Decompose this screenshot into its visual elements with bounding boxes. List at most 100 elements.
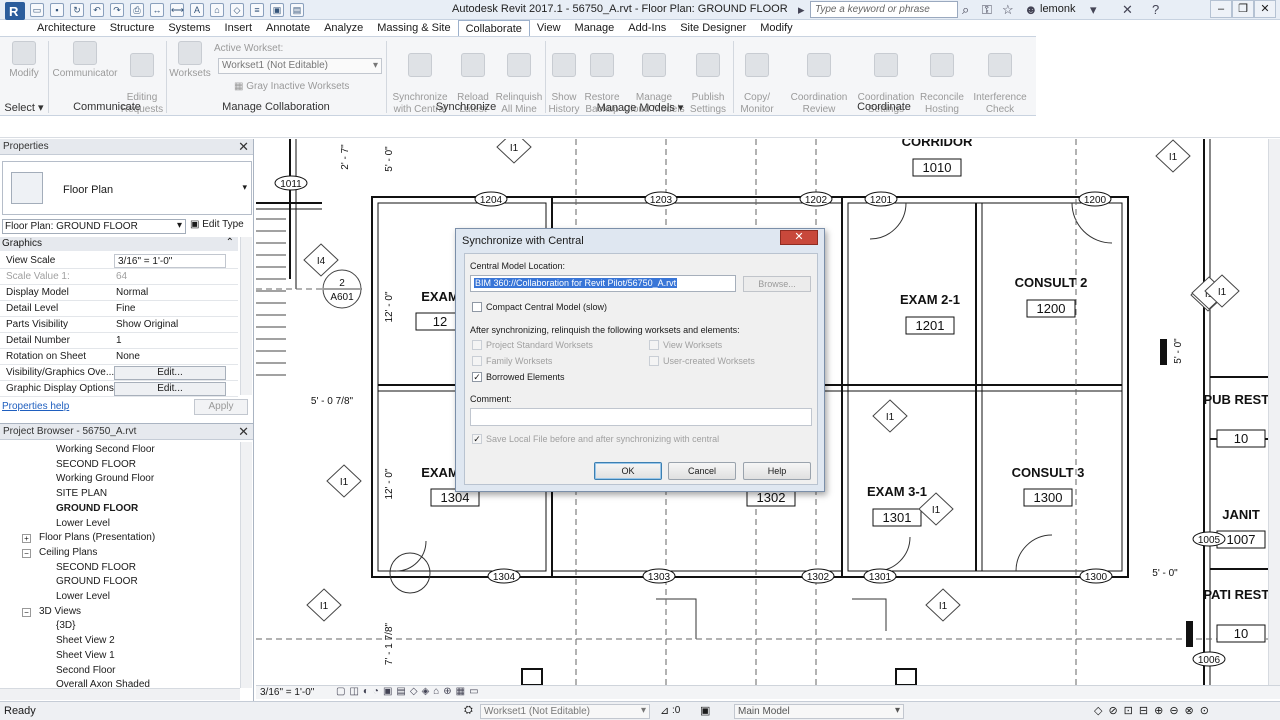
properties-scrollbar[interactable] [240, 237, 252, 395]
browse-button[interactable]: Browse... [743, 276, 811, 292]
dialog-close-button[interactable]: ✕ [780, 230, 818, 245]
tab-annotate[interactable]: Annotate [259, 20, 317, 36]
browser-scrollbar[interactable] [240, 442, 252, 688]
tab-view[interactable]: View [530, 20, 568, 36]
thin-lines-icon[interactable]: ≡ [250, 3, 264, 17]
tab-manage[interactable]: Manage [568, 20, 622, 36]
design-options-icon[interactable]: ▣ [700, 704, 710, 717]
tab-add-ins[interactable]: Add-Ins [621, 20, 673, 36]
user-icon[interactable]: ☻ [1024, 2, 1038, 17]
property-row[interactable]: Graphic Display Options Edit... [0, 381, 238, 397]
help-search-input[interactable]: Type a keyword or phrase [810, 1, 958, 18]
section-icon[interactable]: ◇ [230, 3, 244, 17]
minimize-button[interactable]: – [1210, 0, 1232, 18]
tab-modify[interactable]: Modify [753, 20, 799, 36]
browser-item[interactable]: Second Floor [56, 665, 115, 676]
sync-icon[interactable]: ↻ [70, 3, 84, 17]
text-icon[interactable]: A [190, 3, 204, 17]
property-row[interactable]: Rotation on Sheet None [0, 349, 238, 365]
collapse-icon[interactable]: − [22, 607, 31, 617]
tab-collaborate[interactable]: Collaborate [457, 20, 530, 36]
print-icon[interactable]: ⎙ [130, 3, 144, 17]
favorites-star-icon[interactable]: ☆ [1002, 2, 1014, 18]
user-menu-chevron-icon[interactable]: ▾ [1090, 2, 1097, 18]
browser-horizontal-scrollbar[interactable] [0, 688, 240, 700]
user-name[interactable]: lemonk [1040, 3, 1075, 15]
collapse-icon[interactable]: − [22, 548, 31, 558]
view-control-icons[interactable]: ▢◫◐◔▣▤◇◈⌂⊕▦▭ [336, 686, 483, 697]
tab-site-designer[interactable]: Site Designer [673, 20, 753, 36]
browser-item[interactable]: {3D} [56, 620, 75, 631]
3d-view-icon[interactable]: ⌂ [210, 3, 224, 17]
property-row[interactable]: Detail Number 1 [0, 333, 238, 349]
browser-item[interactable]: Lower Level [56, 591, 110, 602]
comment-input[interactable] [470, 408, 812, 426]
browser-item[interactable]: Lower Level [56, 518, 110, 529]
cancel-button[interactable]: Cancel [668, 462, 736, 480]
manage-models-panel-label[interactable]: Manage Models ▾ [546, 101, 734, 115]
help-button[interactable]: Help [743, 462, 811, 480]
browser-item[interactable]: Working Ground Floor [56, 473, 154, 484]
browser-item[interactable]: Working Second Floor [56, 444, 155, 455]
instance-filter-select[interactable]: Floor Plan: GROUND FLOOR ▾ [2, 219, 186, 234]
property-row[interactable]: Scale Value 1: 64 [0, 269, 238, 285]
filter-icon[interactable]: ⊿ [660, 704, 669, 717]
subscription-icon[interactable]: ⚿ [982, 2, 992, 18]
property-row[interactable]: Parts Visibility Show Original [0, 317, 238, 333]
browser-item[interactable]: Sheet View 2 [56, 635, 115, 646]
property-value[interactable]: 3/16" = 1'-0" [114, 254, 226, 268]
help-icon[interactable]: ? [1152, 2, 1159, 17]
select-panel-label[interactable]: Select ▾ [0, 101, 48, 115]
tab-massing-site[interactable]: Massing & Site [370, 20, 457, 36]
tab-systems[interactable]: Systems [161, 20, 217, 36]
revit-logo-icon[interactable]: R [4, 1, 26, 31]
exchange-apps-icon[interactable]: ✕ [1122, 2, 1133, 18]
apply-button[interactable]: Apply [194, 399, 248, 415]
save-icon[interactable]: ▪ [50, 3, 64, 17]
worksets-status-icon[interactable]: ⛭ [464, 704, 473, 717]
restore-button[interactable]: ❐ [1232, 0, 1254, 18]
tab-insert[interactable]: Insert [218, 20, 260, 36]
tab-architecture[interactable]: Architecture [30, 20, 103, 36]
close-icon[interactable]: ✕ [238, 424, 249, 440]
tab-analyze[interactable]: Analyze [317, 20, 370, 36]
gray-inactive-worksets-button[interactable]: ▦ Gray Inactive Worksets [234, 81, 349, 92]
status-workset-select[interactable]: Workset1 (Not Editable) ▾ [480, 704, 650, 719]
browser-item[interactable]: SECOND FLOOR [56, 562, 136, 573]
property-row[interactable]: Display Model Normal [0, 285, 238, 301]
undo-icon[interactable]: ↶ [90, 3, 104, 17]
dimension-icon[interactable]: ⟷ [170, 3, 184, 17]
graphics-group-header[interactable]: Graphics ⌃ [0, 237, 238, 251]
browser-item[interactable]: Floor Plans (Presentation) [39, 532, 155, 543]
expand-icon[interactable]: + [22, 534, 31, 544]
property-row[interactable]: Detail Level Fine [0, 301, 238, 317]
design-option-select[interactable]: Main Model ▾ [734, 704, 904, 719]
measure-icon[interactable]: ↔ [150, 3, 164, 17]
tab-structure[interactable]: Structure [103, 20, 162, 36]
view-scale-control[interactable]: 3/16" = 1'-0" [260, 687, 314, 698]
property-row[interactable]: View Scale 3/16" = 1'-0" [0, 253, 238, 269]
browser-item[interactable]: SECOND FLOOR [56, 459, 136, 470]
browser-item[interactable]: Ceiling Plans [39, 547, 97, 558]
redo-icon[interactable]: ↷ [110, 3, 124, 17]
ok-button[interactable]: OK [594, 462, 662, 480]
type-selector[interactable]: Floor Plan ▾ [2, 161, 252, 215]
property-row[interactable]: Visibility/Graphics Ove... Edit... [0, 365, 238, 381]
close-hidden-icon[interactable]: ▣ [270, 3, 284, 17]
close-icon[interactable]: ✕ [238, 139, 249, 155]
browser-item[interactable]: 3D Views [39, 606, 81, 617]
chevron-right-icon[interactable]: ▸ [798, 2, 805, 18]
switch-windows-icon[interactable]: ▤ [290, 3, 304, 17]
browser-item[interactable]: GROUND FLOOR [56, 576, 138, 587]
binoculars-icon[interactable]: ⌕ [962, 2, 969, 18]
edit-type-button[interactable]: ▣ Edit Type [190, 219, 244, 230]
canvas-scrollbar[interactable] [1268, 139, 1280, 685]
modify-button[interactable]: Modify [2, 41, 46, 80]
selection-toggle-icons[interactable]: ◇⊘⊡⊟⊕⊖⊗⊙ [1094, 704, 1215, 717]
edit-button[interactable]: Edit... [114, 366, 226, 380]
browser-item[interactable]: Sheet View 1 [56, 650, 115, 661]
edit-button[interactable]: Edit... [114, 382, 226, 396]
central-model-location-input[interactable]: BIM 360://Collaboration for Revit Pilot/… [470, 275, 736, 292]
close-window-button[interactable]: ✕ [1254, 0, 1276, 18]
properties-help-link[interactable]: Properties help [2, 401, 69, 412]
